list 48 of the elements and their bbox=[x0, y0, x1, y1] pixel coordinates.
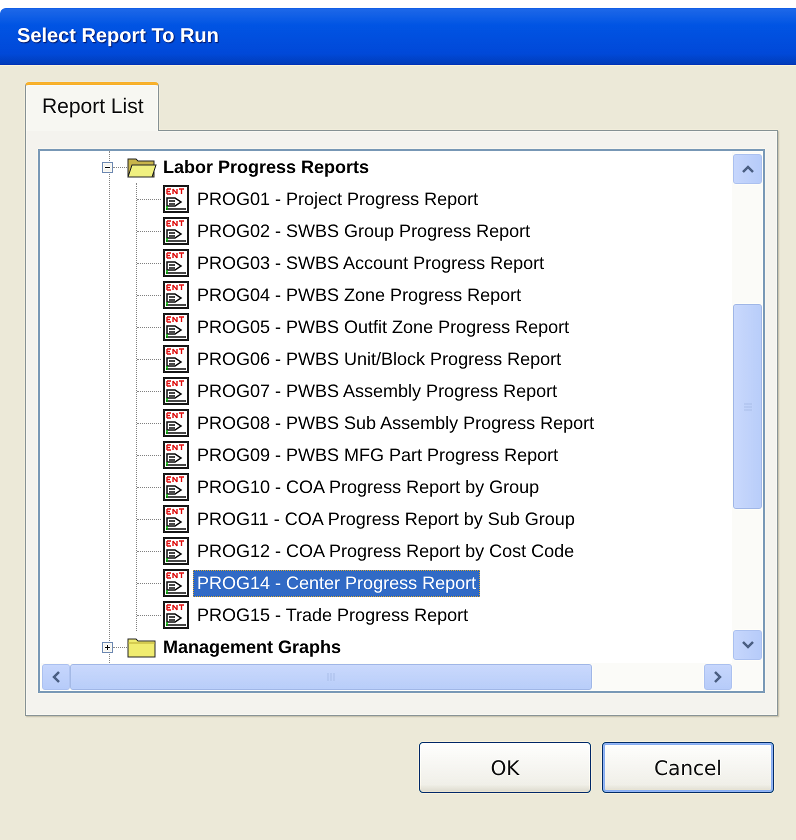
scroll-up-button[interactable] bbox=[733, 154, 762, 184]
dialog-button[interactable]: OK bbox=[419, 742, 591, 793]
report-icon bbox=[163, 601, 189, 629]
scroll-thumb[interactable] bbox=[733, 304, 762, 509]
report-item[interactable]: PROG09 - PWBS MFG Part Progress Report bbox=[193, 442, 562, 468]
horizontal-scrollbar[interactable] bbox=[40, 663, 763, 691]
report-item[interactable]: PROG07 - PWBS Assembly Progress Report bbox=[193, 378, 562, 404]
expand-icon[interactable] bbox=[102, 642, 113, 652]
tab[interactable]: Report List bbox=[25, 82, 159, 131]
report-item[interactable]: PROG04 - PWBS Zone Progress Report bbox=[193, 282, 526, 308]
report-item[interactable]: PROG10 - COA Progress Report by Group bbox=[193, 474, 544, 500]
report-item[interactable]: PROG08 - PWBS Sub Assembly Progress Report bbox=[193, 410, 598, 436]
collapse-icon[interactable] bbox=[102, 162, 113, 172]
scroll-right-button[interactable] bbox=[704, 664, 732, 690]
report-icon bbox=[163, 505, 189, 533]
up-chevron-icon bbox=[740, 164, 754, 174]
left-chevron-icon bbox=[51, 670, 61, 684]
scroll-left-button[interactable] bbox=[42, 664, 70, 690]
report-icon bbox=[163, 313, 189, 341]
report-icon bbox=[163, 569, 189, 597]
report-item[interactable]: PROG05 - PWBS Outfit Zone Progress Report bbox=[193, 314, 574, 340]
report-icon bbox=[163, 249, 189, 277]
report-icon bbox=[163, 377, 189, 405]
report-icon bbox=[163, 409, 189, 437]
report-item[interactable]: PROG15 - Trade Progress Report bbox=[193, 602, 472, 628]
vertical-scrollbar[interactable] bbox=[732, 151, 763, 663]
report-item[interactable]: PROG06 - PWBS Unit/Block Progress Report bbox=[193, 346, 566, 372]
report-item[interactable]: PROG01 - Project Progress Report bbox=[193, 186, 482, 212]
report-icon bbox=[163, 441, 189, 469]
report-item[interactable]: PROG14 - Center Progress Report bbox=[193, 570, 480, 596]
right-chevron-icon bbox=[713, 670, 723, 684]
report-item[interactable]: PROG02 - SWBS Group Progress Report bbox=[193, 218, 534, 244]
report-icon bbox=[163, 537, 189, 565]
report-item[interactable]: PROG11 - COA Progress Report by Sub Group bbox=[193, 506, 579, 532]
report-icon bbox=[163, 185, 189, 213]
dialog-button[interactable]: Cancel bbox=[602, 742, 774, 793]
report-item[interactable]: PROG03 - SWBS Account Progress Report bbox=[193, 250, 548, 276]
report-icon bbox=[163, 473, 189, 501]
report-icon bbox=[163, 281, 189, 309]
folder-label[interactable]: Management Graphs bbox=[163, 636, 342, 658]
scroll-down-button[interactable] bbox=[733, 630, 762, 660]
report-item[interactable]: PROG12 - COA Progress Report by Cost Code bbox=[193, 538, 578, 564]
report-icon bbox=[163, 217, 189, 245]
down-chevron-icon bbox=[740, 640, 754, 650]
folder-label[interactable]: Labor Progress Reports bbox=[163, 156, 370, 178]
window-title: Select Report To Run bbox=[17, 25, 219, 48]
scroll-thumb[interactable] bbox=[70, 664, 592, 690]
report-icon bbox=[163, 345, 189, 373]
